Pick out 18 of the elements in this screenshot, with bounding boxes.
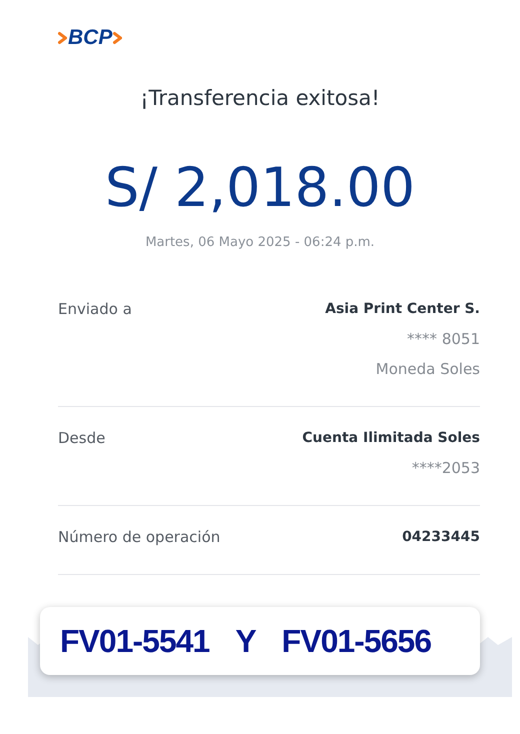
detail-value: Cuenta Ilimitada Soles xyxy=(302,429,480,448)
success-title: ¡Transferencia exitosa! xyxy=(139,85,381,112)
detail-label: Número de operación xyxy=(58,527,220,548)
chevron-icon xyxy=(58,31,67,45)
detail-value: ****2053 xyxy=(412,458,480,479)
detail-value: **** 8051 xyxy=(407,329,480,350)
invoice-text: FV01-5541 xyxy=(60,622,210,660)
date-time: Martes, 06 Mayo 2025 - 06:24 p.m. xyxy=(144,234,376,252)
chevron-icon xyxy=(113,31,122,45)
detail-label: Desde xyxy=(58,428,106,449)
invoice-text: Y xyxy=(235,622,256,660)
invoice-text: FV01-5656 xyxy=(282,622,431,660)
detail-value: Moneda Soles xyxy=(376,359,480,380)
logo-text: BCP xyxy=(68,26,112,50)
detail-value: 04233445 xyxy=(402,528,480,547)
amount: S/ 2,018.00 xyxy=(104,155,416,221)
detail-label: Enviado a xyxy=(58,299,132,320)
detail-value: Asia Print Center S. xyxy=(325,300,480,319)
